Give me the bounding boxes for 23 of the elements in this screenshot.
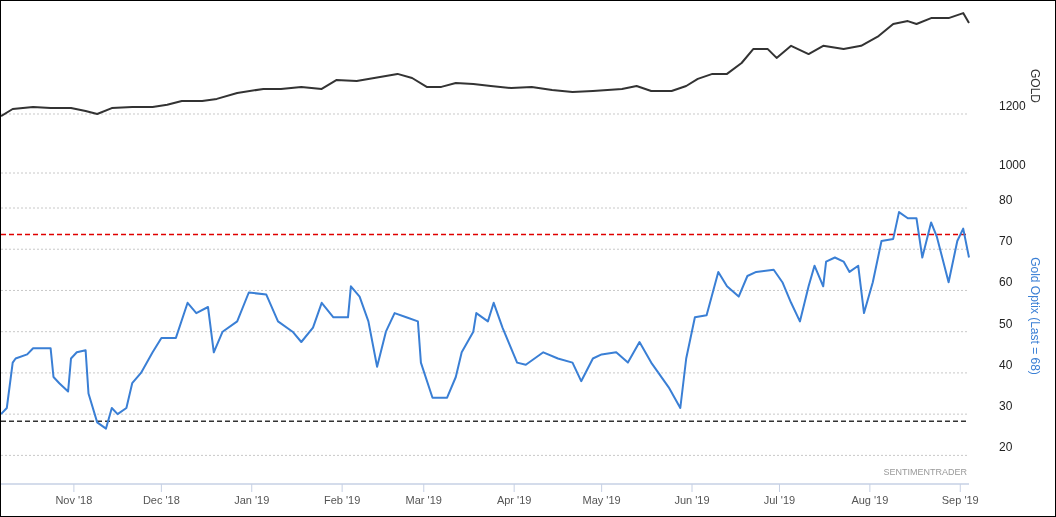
x-tick-label: Jun '19 xyxy=(674,494,710,506)
axis-title: Gold Optix (Last = 68) xyxy=(1028,257,1042,375)
y-tick-label: 70 xyxy=(999,234,1013,249)
x-tick-label: Jan '19 xyxy=(234,494,270,506)
x-tick-label: Dec '18 xyxy=(142,494,180,506)
x-tick-label: Apr '19 xyxy=(496,494,532,506)
x-tick-label: Aug '19 xyxy=(851,494,889,506)
x-tick-label: May '19 xyxy=(582,494,621,506)
x-tick-label: Jul '19 xyxy=(763,494,796,506)
y-tick-label: 1200 xyxy=(999,99,1026,113)
y-tick-label: 1000 xyxy=(999,158,1026,172)
y-tick-label: 30 xyxy=(999,399,1013,414)
credit-text: SENTIMENTRADER xyxy=(883,467,967,477)
y-tick-label: 80 xyxy=(999,193,1013,207)
y-tick-label: 60 xyxy=(999,275,1013,290)
x-tick-label: Mar '19 xyxy=(405,494,442,506)
axis-title: GOLD xyxy=(1028,69,1042,103)
y-tick-label: 50 xyxy=(999,316,1013,331)
y-tick-label: 40 xyxy=(999,357,1013,372)
y-tick-label: 20 xyxy=(999,440,1013,455)
x-tick-label: Sep '19 xyxy=(941,494,979,506)
x-tick-label: Nov '18 xyxy=(55,494,93,506)
x-tick-label: Feb '19 xyxy=(323,494,361,506)
